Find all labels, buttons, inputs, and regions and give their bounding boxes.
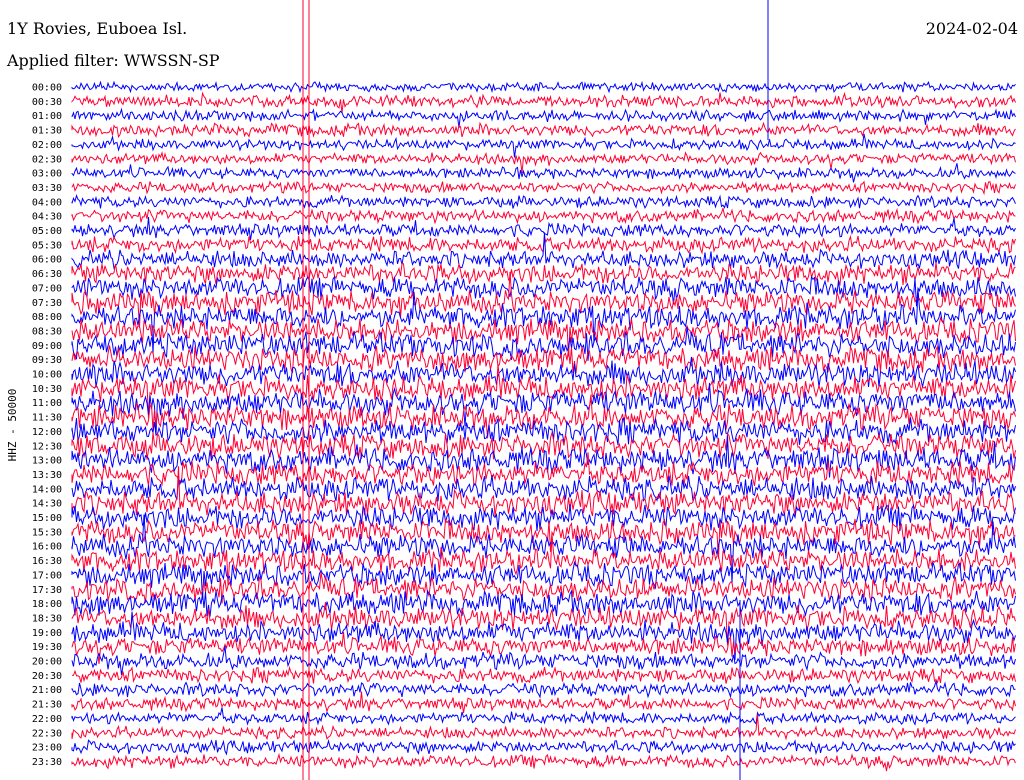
time-label-1600: 16:00 (32, 542, 62, 553)
trace-2030 (71, 665, 1016, 685)
time-label-1530: 15:30 (32, 527, 62, 538)
trace-1830 (71, 602, 1016, 646)
time-label-2130: 21:30 (32, 700, 62, 711)
trace-0200 (71, 133, 1016, 158)
time-label-column: 00:00 00:30 01:00 01:30 02:00 02:30 03:00 03:30… (32, 83, 62, 768)
time-label-1330: 13:30 (32, 470, 62, 481)
time-label-1930: 19:30 (32, 642, 62, 653)
trace-2130 (71, 691, 1016, 714)
time-label-0200: 02:00 (32, 140, 62, 151)
trace-2330 (71, 752, 1016, 772)
time-label-1630: 16:30 (32, 556, 62, 567)
time-label-0300: 03:00 (32, 169, 62, 180)
time-label-0400: 04:00 (32, 197, 62, 208)
trace-2300 (71, 739, 1016, 756)
time-label-1830: 18:30 (32, 613, 62, 624)
time-label-1200: 12:00 (32, 427, 62, 438)
time-label-0430: 04:30 (32, 212, 62, 223)
time-label-0130: 01:30 (32, 126, 62, 137)
time-label-0230: 02:30 (32, 154, 62, 165)
time-label-0030: 00:30 (32, 97, 62, 108)
trace-2200 (71, 707, 1016, 726)
time-label-0930: 09:30 (32, 355, 62, 366)
time-label-2030: 20:30 (32, 671, 62, 682)
time-label-0830: 08:30 (32, 326, 62, 337)
time-label-0000: 00:00 (32, 83, 62, 94)
time-label-2100: 21:00 (32, 685, 62, 696)
time-label-0500: 05:00 (32, 226, 62, 237)
trace-layer (71, 0, 1016, 780)
trace-1400 (71, 475, 1016, 503)
trace-0600 (71, 232, 1016, 270)
time-label-2300: 23:00 (32, 743, 62, 754)
time-label-0800: 08:00 (32, 312, 62, 323)
time-label-0730: 07:30 (32, 298, 62, 309)
time-label-0630: 06:30 (32, 269, 62, 280)
time-label-1300: 13:00 (32, 456, 62, 467)
trace-2100 (71, 680, 1016, 699)
time-label-1700: 17:00 (32, 570, 62, 581)
time-label-1730: 17:30 (32, 585, 62, 596)
trace-1500 (71, 503, 1016, 532)
time-label-2330: 23:30 (32, 757, 62, 768)
trace-0000 (71, 80, 1016, 94)
trace-0430 (71, 207, 1016, 225)
time-label-1500: 15:00 (32, 513, 62, 524)
time-label-0900: 09:00 (32, 341, 62, 352)
trace-0330 (71, 180, 1016, 196)
time-label-1900: 19:00 (32, 628, 62, 639)
time-label-2230: 22:30 (32, 728, 62, 739)
trace-0100 (71, 107, 1016, 128)
time-label-1030: 10:30 (32, 384, 62, 395)
trace-0300 (71, 163, 1016, 183)
time-label-1000: 10:00 (32, 370, 62, 381)
time-label-2200: 22:00 (32, 714, 62, 725)
time-label-1130: 11:30 (32, 413, 62, 424)
time-label-1430: 14:30 (32, 499, 62, 510)
time-label-0100: 01:00 (32, 111, 62, 122)
trace-0400 (71, 193, 1016, 210)
time-label-2000: 20:00 (32, 657, 62, 668)
y-axis-label: HHZ - 50000 (6, 389, 19, 462)
time-label-1230: 12:30 (32, 441, 62, 452)
time-label-1400: 14:00 (32, 484, 62, 495)
seismogram-chart: 00:00 00:30 01:00 01:30 02:00 02:30 03:00 03:30… (6, 0, 1016, 780)
time-label-0530: 05:30 (32, 240, 62, 251)
time-label-0600: 06:00 (32, 255, 62, 266)
trace-0730 (71, 271, 1016, 328)
time-label-0700: 07:00 (32, 283, 62, 294)
time-label-1800: 18:00 (32, 599, 62, 610)
trace-1700 (71, 560, 1016, 600)
trace-0130 (71, 121, 1016, 139)
time-label-0330: 03:30 (32, 183, 62, 194)
trace-0030 (71, 91, 1016, 114)
time-label-1100: 11:00 (32, 398, 62, 409)
